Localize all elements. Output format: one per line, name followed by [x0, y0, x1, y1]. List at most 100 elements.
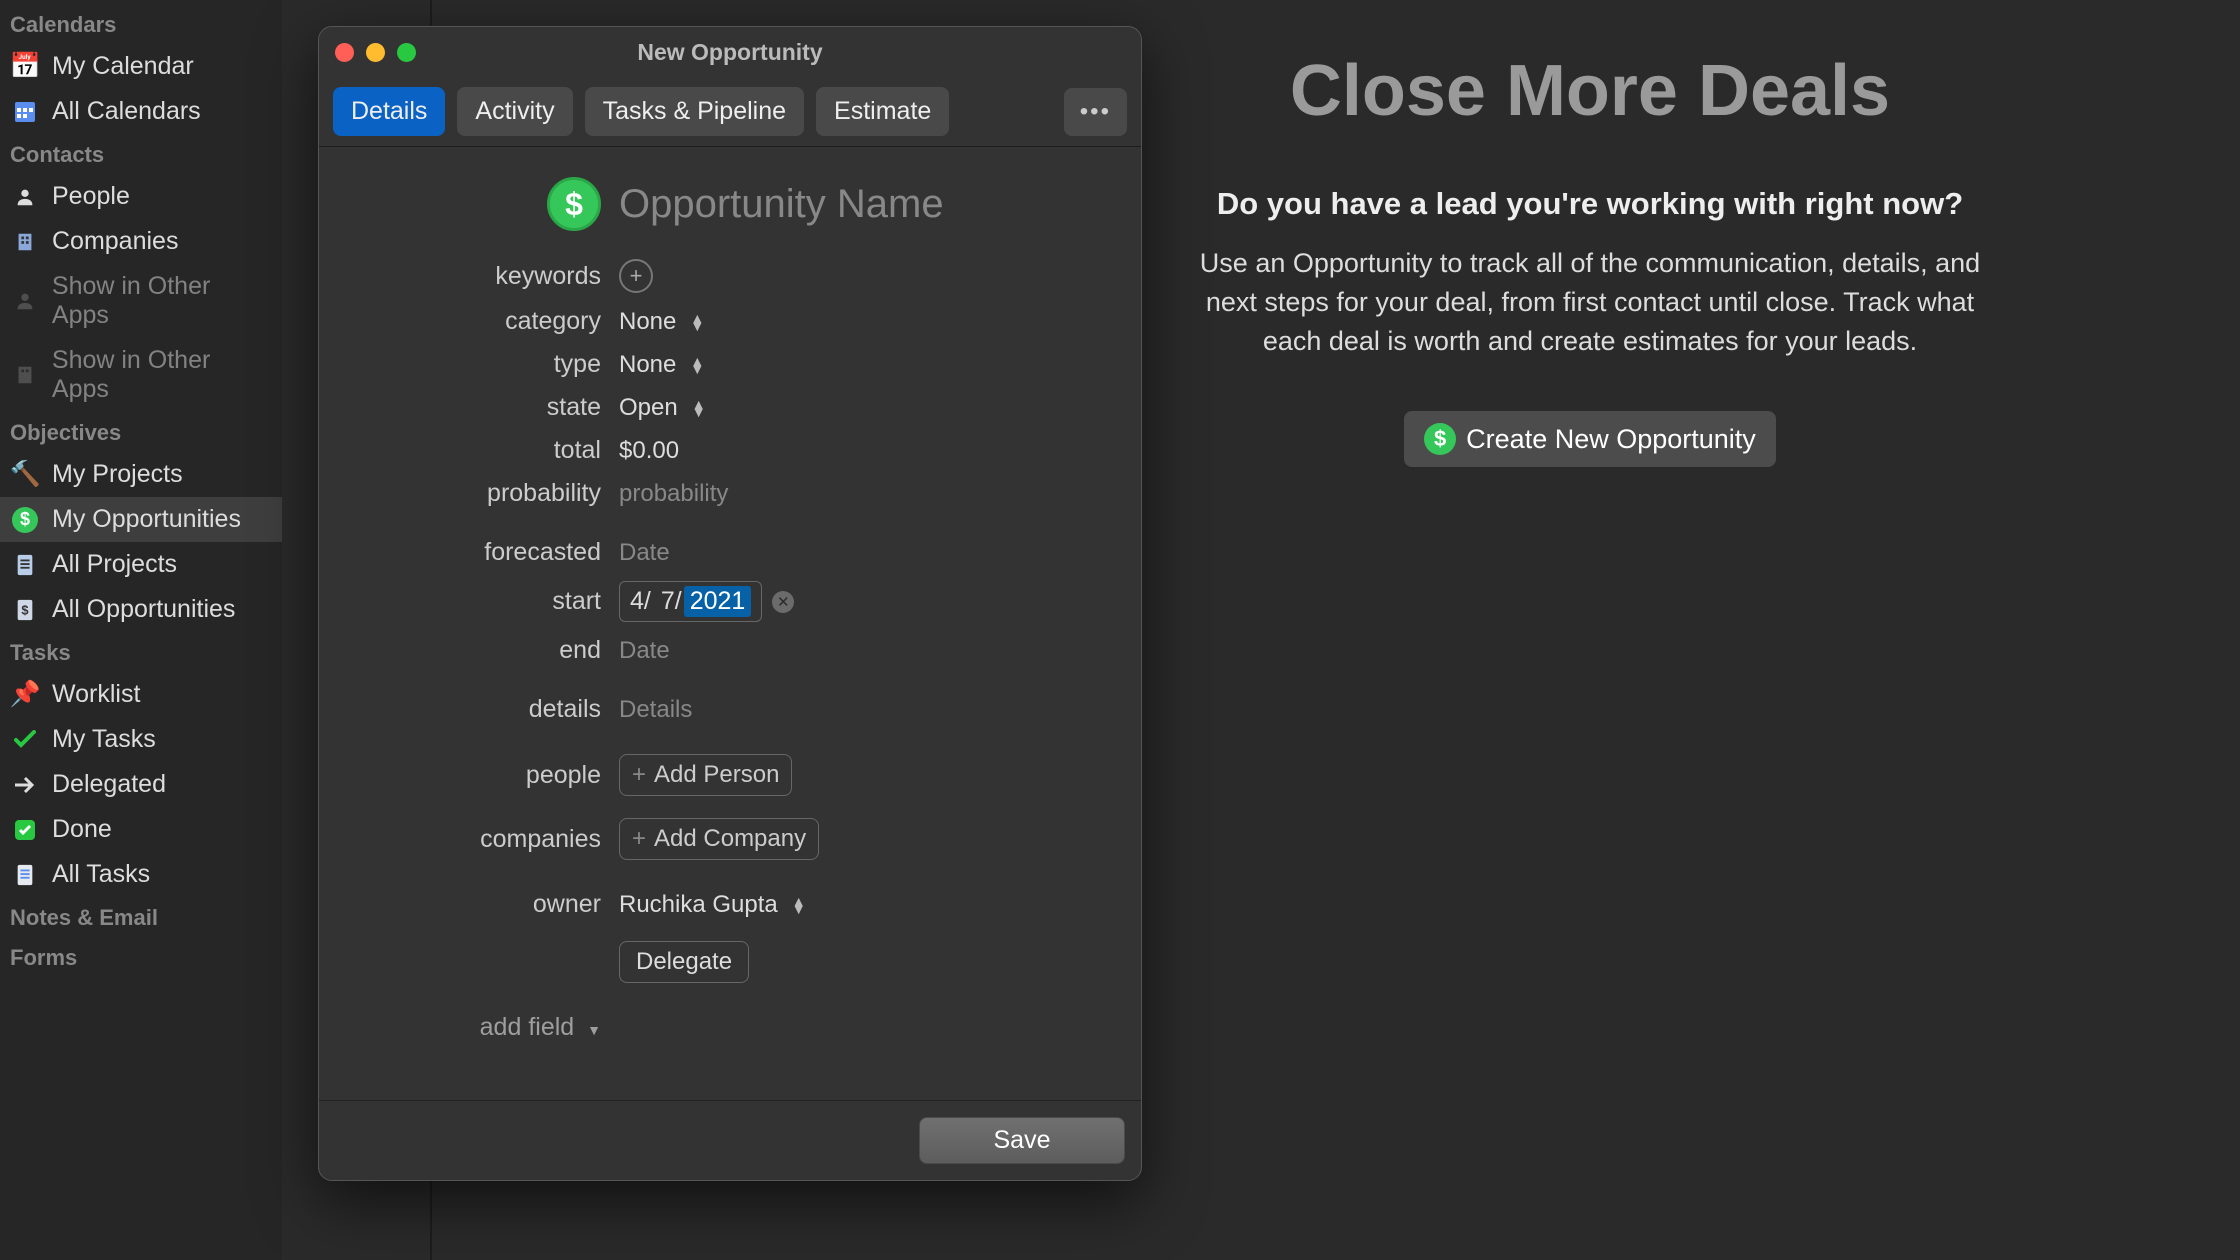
forecasted-date-input[interactable]: Date	[619, 539, 670, 567]
sidebar-item-my-opportunities[interactable]: $ My Opportunities	[0, 497, 282, 542]
probability-input[interactable]: probability	[619, 480, 728, 508]
plus-icon: +	[632, 825, 646, 853]
create-opportunity-button[interactable]: $ Create New Opportunity	[1404, 411, 1776, 467]
sidebar-item-show-other-people[interactable]: Show in Other Apps	[0, 264, 282, 338]
person-dim-icon	[10, 290, 40, 312]
sidebar-item-label: People	[52, 182, 130, 211]
modal-title: New Opportunity	[319, 39, 1141, 66]
sidebar-item-label: My Opportunities	[52, 505, 241, 534]
sidebar-item-my-tasks[interactable]: My Tasks	[0, 717, 282, 762]
sidebar-item-label: All Calendars	[52, 97, 201, 126]
sidebar-item-label: Done	[52, 815, 112, 844]
state-select[interactable]: Open ▲▼	[619, 394, 1121, 422]
sidebar-header-objectives: Objectives	[0, 412, 282, 452]
label-probability: probability	[319, 479, 619, 508]
add-person-button[interactable]: + Add Person	[619, 754, 792, 796]
details-input[interactable]: Details	[619, 696, 692, 724]
label-state: state	[319, 393, 619, 422]
tab-tasks-pipeline[interactable]: Tasks & Pipeline	[585, 87, 804, 136]
delegate-button[interactable]: Delegate	[619, 941, 749, 983]
label-type: type	[319, 350, 619, 379]
add-keyword-button[interactable]: +	[619, 259, 653, 293]
sidebar-header-tasks: Tasks	[0, 632, 282, 672]
sidebar-item-done[interactable]: Done	[0, 807, 282, 852]
sidebar-item-label: Worklist	[52, 680, 140, 709]
sidebar-item-people[interactable]: People	[0, 174, 282, 219]
save-button[interactable]: Save	[919, 1117, 1125, 1164]
building-icon	[10, 231, 40, 253]
new-opportunity-modal: New Opportunity Details Activity Tasks &…	[318, 26, 1142, 1181]
updown-icon: ▲▼	[690, 314, 704, 330]
svg-text:$: $	[21, 602, 28, 617]
tab-details[interactable]: Details	[333, 87, 445, 136]
sidebar-item-all-calendars[interactable]: All Calendars	[0, 89, 282, 134]
sidebar-item-label: Show in Other Apps	[52, 346, 272, 404]
sidebar-item-companies[interactable]: Companies	[0, 219, 282, 264]
hero-title: Close More Deals	[1110, 50, 2070, 132]
sidebar-item-label: All Projects	[52, 550, 177, 579]
updown-icon: ▲▼	[690, 357, 704, 373]
label-total: total	[319, 436, 619, 465]
sidebar-item-worklist[interactable]: 📌 Worklist	[0, 672, 282, 717]
sidebar-header-calendars: Calendars	[0, 4, 282, 44]
add-company-button[interactable]: + Add Company	[619, 818, 819, 860]
total-value[interactable]: $0.00	[619, 437, 679, 465]
arrow-right-icon	[10, 776, 40, 794]
sidebar-item-label: Delegated	[52, 770, 166, 799]
sidebar-item-my-calendar[interactable]: 📅 My Calendar	[0, 44, 282, 89]
label-people: people	[319, 761, 619, 790]
chevron-down-icon: ▼	[587, 1022, 601, 1038]
type-select[interactable]: None ▲▼	[619, 351, 1121, 379]
label-keywords: keywords	[319, 262, 619, 291]
sidebar-item-all-tasks[interactable]: All Tasks	[0, 852, 282, 897]
label-category: category	[319, 307, 619, 336]
more-actions-button[interactable]: •••	[1064, 88, 1127, 136]
checkbox-icon	[10, 818, 40, 842]
calendar-icon: 📅	[10, 52, 40, 81]
clear-start-date-button[interactable]: ✕	[772, 591, 794, 613]
label-companies: companies	[319, 825, 619, 854]
label-end: end	[319, 636, 619, 665]
category-select[interactable]: None ▲▼	[619, 308, 1121, 336]
sidebar-header-contacts: Contacts	[0, 134, 282, 174]
label-forecasted: forecasted	[319, 538, 619, 567]
dollar-icon: $	[10, 507, 40, 533]
sidebar-item-all-opportunities[interactable]: $ All Opportunities	[0, 587, 282, 632]
tab-activity[interactable]: Activity	[457, 87, 572, 136]
opportunity-icon: $	[547, 177, 601, 231]
end-date-input[interactable]: Date	[619, 637, 670, 665]
modal-tabbar: Details Activity Tasks & Pipeline Estima…	[319, 77, 1141, 146]
sidebar-item-label: My Calendar	[52, 52, 194, 81]
plus-icon: +	[632, 761, 646, 789]
label-add-field[interactable]: add field ▼	[319, 1013, 619, 1042]
notepad-icon	[10, 862, 40, 888]
owner-select[interactable]: Ruchika Gupta ▲▼	[619, 891, 1121, 919]
sidebar-item-label: My Tasks	[52, 725, 156, 754]
modal-titlebar: New Opportunity	[319, 27, 1141, 77]
hero-body: Use an Opportunity to track all of the c…	[1175, 244, 2005, 361]
sidebar-item-all-projects[interactable]: All Projects	[0, 542, 282, 587]
dollar-icon: $	[1424, 423, 1456, 455]
person-icon	[10, 186, 40, 208]
updown-icon: ▲▼	[692, 400, 706, 416]
updown-icon: ▲▼	[792, 897, 806, 913]
sidebar-header-notes: Notes & Email	[0, 897, 282, 937]
opportunity-name-input[interactable]: Opportunity Name	[619, 182, 944, 227]
clipboard-dollar-icon: $	[10, 597, 40, 623]
start-date-input[interactable]: 4/ 7/ 2021	[619, 581, 762, 622]
tab-estimate[interactable]: Estimate	[816, 87, 949, 136]
hero: Close More Deals Do you have a lead you'…	[1110, 50, 2070, 467]
pin-icon: 📌	[10, 680, 40, 709]
label-details: details	[319, 695, 619, 724]
hero-subtitle: Do you have a lead you're working with r…	[1110, 186, 2070, 222]
calendar-grid-icon	[10, 100, 40, 124]
sidebar-item-label: My Projects	[52, 460, 183, 489]
building-dim-icon	[10, 364, 40, 386]
label-start: start	[319, 587, 619, 616]
sidebar-item-label: All Opportunities	[52, 595, 235, 624]
sidebar-item-show-other-companies[interactable]: Show in Other Apps	[0, 338, 282, 412]
sidebar-item-delegated[interactable]: Delegated	[0, 762, 282, 807]
hammer-icon: 🔨	[10, 460, 40, 489]
sidebar-item-label: All Tasks	[52, 860, 150, 889]
sidebar-item-my-projects[interactable]: 🔨 My Projects	[0, 452, 282, 497]
